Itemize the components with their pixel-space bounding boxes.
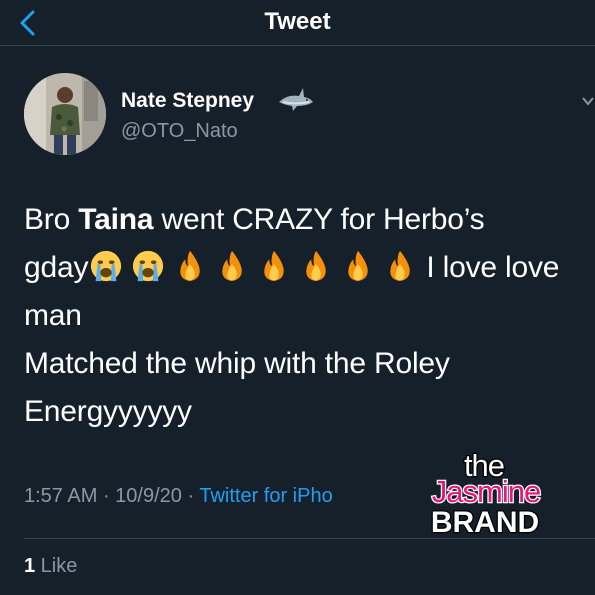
svg-text:BRAND: BRAND	[431, 506, 539, 539]
page-title: Tweet	[264, 8, 331, 35]
loudly-crying-face-icon	[133, 250, 164, 282]
fire-icon	[306, 250, 326, 282]
fire-icon	[222, 250, 242, 282]
tweet-text-span: went CRAZY for Herbo’s	[153, 203, 485, 236]
username[interactable]: @OTO_Nato	[121, 120, 238, 143]
like-count[interactable]: 1 Like	[24, 555, 77, 578]
svg-text:Jasmine: Jasmine	[432, 474, 540, 509]
like-count-number: 1	[24, 555, 36, 577]
divider	[24, 538, 595, 539]
mentioned-name: Taina	[78, 203, 154, 236]
loudly-crying-face-icon	[91, 250, 122, 282]
tweet-line-3: man	[24, 299, 82, 332]
chevron-down-icon[interactable]	[580, 93, 595, 109]
avatar[interactable]	[24, 73, 106, 155]
tweet-line-5: Energyyyyyy	[24, 395, 192, 428]
watermark-logo: the Jasmine BRAND	[430, 448, 543, 540]
nav-bar: Tweet	[0, 0, 595, 46]
tweet-line-2: gday I love love	[24, 244, 589, 292]
fire-icon	[264, 250, 284, 282]
like-count-label: Like	[35, 555, 78, 577]
fire-icon	[348, 250, 368, 282]
tweet-line-1: Bro Taina went CRAZY for Herbo’s	[24, 196, 589, 244]
tweet-text-span: Bro	[24, 203, 79, 236]
separator: ·	[181, 485, 200, 507]
tweet-text-span: gday	[24, 251, 89, 284]
tweet-line-4: Matched the whip with the Roley	[24, 347, 450, 380]
fire-icon	[180, 250, 200, 282]
shark-icon	[279, 88, 313, 111]
tweet-time: 1:57 AM	[24, 485, 98, 507]
tweet-meta: 1:57 AM · 10/9/20 · Twitter for iPho	[24, 485, 333, 508]
tweet-text: Bro Taina went CRAZY for Herbo’s gday I …	[24, 196, 589, 436]
fire-icon	[390, 250, 410, 282]
display-name[interactable]: Nate Stepney	[121, 89, 254, 113]
tweet-date: 10/9/20	[115, 485, 182, 507]
tweet-source-link[interactable]: Twitter for iPho	[199, 485, 332, 507]
separator: ·	[97, 485, 116, 507]
avatar-photo	[24, 73, 106, 155]
tweet-text-span: I love love	[418, 251, 560, 284]
